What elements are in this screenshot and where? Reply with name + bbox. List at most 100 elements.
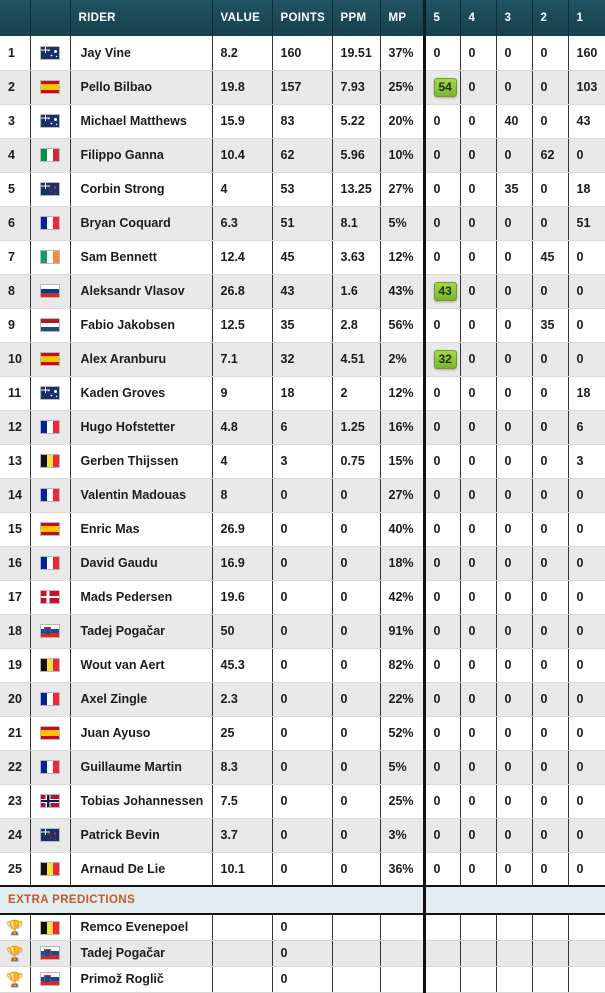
cell-flag — [30, 750, 71, 785]
cell-rider-name[interactable]: Axel Zingle — [70, 682, 213, 717]
trophy-icon: 🏆 — [6, 970, 24, 987]
cell-rider-name[interactable]: Enric Mas — [70, 512, 213, 547]
cell-value: 12.4 — [212, 240, 273, 275]
cell-rider-name[interactable]: Filippo Ganna — [70, 138, 213, 173]
cell-rank: 3 — [0, 104, 31, 139]
cell-rider-name[interactable]: David Gaudu — [70, 546, 213, 581]
table-row[interactable]: 20 Axel Zingle 2.3 0 0 22% 0 0 0 0 0 — [0, 682, 605, 717]
cell-rider-name[interactable]: Pello Bilbao — [70, 70, 213, 105]
header-ppm[interactable]: PPM — [332, 0, 381, 36]
cell-rider-name[interactable]: Jay Vine — [70, 36, 213, 71]
cell-pos-5: 0 — [422, 172, 461, 207]
header-mp[interactable]: MP — [380, 0, 425, 36]
header-rank[interactable] — [0, 0, 31, 36]
points-highlight-badge: 54 — [433, 77, 457, 97]
cell-pos-3: 0 — [496, 70, 533, 105]
table-row[interactable]: 25 Arnaud De Lie 10.1 0 0 36% 0 0 0 0 0 — [0, 852, 605, 887]
flag-icon-si — [40, 972, 60, 987]
cell-points: 0 — [272, 580, 333, 615]
cell-rider-name[interactable]: Alex Aranburu — [70, 342, 213, 377]
cell-points: 0 — [272, 966, 333, 993]
cell-rank: 23 — [0, 784, 31, 819]
table-row[interactable]: 1 Jay Vine 8.2 160 19.51 37% 0 0 0 0 160 — [0, 36, 605, 71]
extra-prediction-row[interactable]: 🏆 Primož Roglič 0 — [0, 966, 605, 993]
table-row[interactable]: 24 Patrick Bevin 3.7 0 0 3% 0 0 0 0 0 — [0, 818, 605, 853]
cell-value: 12.5 — [212, 308, 273, 343]
table-row[interactable]: 23 Tobias Johannessen 7.5 0 0 25% 0 0 0 0 0 — [0, 784, 605, 819]
table-row[interactable]: 8 Aleksandr Vlasov 26.8 43 1.6 43% 43 0 0 0 0 — [0, 274, 605, 309]
table-row[interactable]: 16 David Gaudu 16.9 0 0 18% 0 0 0 0 0 — [0, 546, 605, 581]
header-pos-4[interactable]: 4 — [460, 0, 497, 36]
cell-rank: 18 — [0, 614, 31, 649]
cell-rider-name[interactable]: Kaden Groves — [70, 376, 213, 411]
table-row[interactable]: 12 Hugo Hofstetter 4.8 6 1.25 16% 0 0 0 0 6 — [0, 410, 605, 445]
header-pos-2[interactable]: 2 — [532, 0, 569, 36]
cell-rider-name[interactable]: Remco Evenepoel — [70, 913, 213, 941]
table-row[interactable]: 17 Mads Pedersen 19.6 0 0 42% 0 0 0 0 0 — [0, 580, 605, 615]
table-row[interactable]: 11 Kaden Groves 9 18 2 12% 0 0 0 0 18 — [0, 376, 605, 411]
cell-flag — [30, 682, 71, 717]
table-row[interactable]: 18 Tadej Pogačar 50 0 0 91% 0 0 0 0 0 — [0, 614, 605, 649]
cell-rider-name[interactable]: Bryan Coquard — [70, 206, 213, 241]
cell-value — [212, 940, 273, 967]
cell-rider-name[interactable]: Valentin Madouas — [70, 478, 213, 513]
cell-rider-name[interactable]: Corbin Strong — [70, 172, 213, 207]
table-row[interactable]: 7 Sam Bennett 12.4 45 3.63 12% 0 0 0 45 0 — [0, 240, 605, 275]
header-pos-5[interactable]: 5 — [422, 0, 461, 36]
table-row[interactable]: 2 Pello Bilbao 19.8 157 7.93 25% 54 0 0 0 103 — [0, 70, 605, 105]
table-row[interactable]: 14 Valentin Madouas 8 0 0 27% 0 0 0 0 0 — [0, 478, 605, 513]
cell-rider-name[interactable]: Aleksandr Vlasov — [70, 274, 213, 309]
extra-prediction-row[interactable]: 🏆 Remco Evenepoel 0 — [0, 913, 605, 941]
cell-rider-name[interactable]: Mads Pedersen — [70, 580, 213, 615]
cell-value: 19.6 — [212, 580, 273, 615]
cell-rider-name[interactable]: Hugo Hofstetter — [70, 410, 213, 445]
header-value[interactable]: VALUE — [212, 0, 273, 36]
cell-rider-name[interactable]: Patrick Bevin — [70, 818, 213, 853]
table-row[interactable]: 19 Wout van Aert 45.3 0 0 82% 0 0 0 0 0 — [0, 648, 605, 683]
cell-rider-name[interactable]: Gerben Thijssen — [70, 444, 213, 479]
header-points[interactable]: POINTS — [272, 0, 333, 36]
cell-rider-name[interactable]: Primož Roglič — [70, 966, 213, 993]
cell-pos-3 — [496, 940, 533, 967]
cell-pos-4: 0 — [460, 410, 497, 445]
cell-points: 62 — [272, 138, 333, 173]
cell-points: 160 — [272, 36, 333, 71]
table-row[interactable]: 3 Michael Matthews 15.9 83 5.22 20% 0 0 40 0 43 — [0, 104, 605, 139]
cell-mp: 12% — [380, 376, 425, 411]
cell-rider-name[interactable]: Tobias Johannessen — [70, 784, 213, 819]
header-rider[interactable]: RIDER — [70, 0, 213, 36]
cell-pos-3: 0 — [496, 750, 533, 785]
header-flag[interactable] — [30, 0, 71, 36]
table-row[interactable]: 9 Fabio Jakobsen 12.5 35 2.8 56% 0 0 0 35 0 — [0, 308, 605, 343]
header-pos-1[interactable]: 1 — [568, 0, 605, 36]
table-row[interactable]: 22 Guillaume Martin 8.3 0 0 5% 0 0 0 0 0 — [0, 750, 605, 785]
table-row[interactable]: 13 Gerben Thijssen 4 3 0.75 15% 0 0 0 0 3 — [0, 444, 605, 479]
cell-rider-name[interactable]: Wout van Aert — [70, 648, 213, 683]
cell-rider-name[interactable]: Sam Bennett — [70, 240, 213, 275]
cell-pos-3: 0 — [496, 580, 533, 615]
extra-prediction-row[interactable]: 🏆 Tadej Pogačar 0 — [0, 940, 605, 967]
cell-rider-name[interactable]: Tadej Pogačar — [70, 940, 213, 967]
table-row[interactable]: 5 Corbin Strong 4 53 13.25 27% 0 0 35 0 18 — [0, 172, 605, 207]
cell-pos-1: 0 — [568, 138, 605, 173]
cell-rider-name[interactable]: Juan Ayuso — [70, 716, 213, 751]
cell-rider-name[interactable]: Fabio Jakobsen — [70, 308, 213, 343]
table-row[interactable]: 10 Alex Aranburu 7.1 32 4.51 2% 32 0 0 0 0 — [0, 342, 605, 377]
cell-rider-name[interactable]: Tadej Pogačar — [70, 614, 213, 649]
cell-pos-1: 0 — [568, 818, 605, 853]
cell-flag — [30, 614, 71, 649]
cell-pos-5: 0 — [422, 784, 461, 819]
table-row[interactable]: 15 Enric Mas 26.9 0 0 40% 0 0 0 0 0 — [0, 512, 605, 547]
cell-pos-3: 0 — [496, 852, 533, 887]
header-pos-3[interactable]: 3 — [496, 0, 533, 36]
cell-rider-name[interactable]: Guillaume Martin — [70, 750, 213, 785]
cell-ppm: 2.8 — [332, 308, 381, 343]
cell-pos-1: 0 — [568, 614, 605, 649]
cell-flag — [30, 784, 71, 819]
table-row[interactable]: 4 Filippo Ganna 10.4 62 5.96 10% 0 0 0 62 0 — [0, 138, 605, 173]
cell-pos-4 — [460, 940, 497, 967]
table-row[interactable]: 21 Juan Ayuso 25 0 0 52% 0 0 0 0 0 — [0, 716, 605, 751]
cell-rider-name[interactable]: Arnaud De Lie — [70, 852, 213, 887]
table-row[interactable]: 6 Bryan Coquard 6.3 51 8.1 5% 0 0 0 0 51 — [0, 206, 605, 241]
cell-rider-name[interactable]: Michael Matthews — [70, 104, 213, 139]
